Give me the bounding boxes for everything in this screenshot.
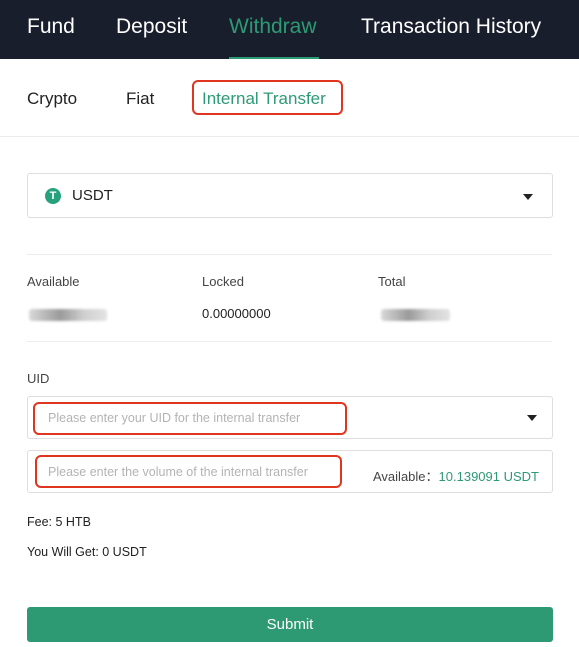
- balance-top-divider: [27, 254, 552, 255]
- uid-label: UID: [27, 371, 50, 386]
- nav-tab-fund[interactable]: Fund: [27, 15, 75, 39]
- submit-button[interactable]: Submit: [27, 607, 553, 642]
- total-label: Total: [378, 274, 406, 289]
- coin-label: USDT: [72, 187, 113, 204]
- top-navigation: Fund Deposit Withdraw Transaction Histor…: [0, 0, 579, 59]
- chevron-down-icon[interactable]: [527, 415, 537, 421]
- chevron-down-icon: [523, 194, 533, 200]
- nav-tab-transaction-history[interactable]: Transaction History: [361, 15, 541, 39]
- balance-bottom-divider: [27, 341, 552, 342]
- locked-label: Locked: [202, 274, 244, 289]
- coin-select[interactable]: T USDT: [27, 173, 553, 218]
- nav-tab-withdraw[interactable]: Withdraw: [229, 15, 317, 39]
- nav-tab-deposit[interactable]: Deposit: [116, 15, 187, 39]
- highlight-box-internal-transfer: [192, 80, 343, 115]
- available-value-redacted: [29, 309, 107, 321]
- fee-text: Fee: 5 HTB: [27, 515, 91, 529]
- locked-value: 0.00000000: [202, 306, 271, 321]
- tether-icon: T: [45, 188, 61, 204]
- volume-available: Available：10.139091 USDT: [373, 466, 539, 485]
- volume-available-label: Available：: [373, 469, 439, 484]
- subtab-divider: [0, 136, 579, 137]
- volume-available-value[interactable]: 10.139091 USDT: [439, 469, 539, 484]
- subtab-fiat[interactable]: Fiat: [126, 89, 154, 109]
- highlight-box-volume: [35, 455, 342, 488]
- you-will-get-text: You Will Get: 0 USDT: [27, 545, 147, 559]
- active-tab-underline: [229, 57, 319, 59]
- subtab-crypto[interactable]: Crypto: [27, 89, 77, 109]
- highlight-box-uid: [33, 402, 347, 435]
- available-label: Available: [27, 274, 80, 289]
- total-value-redacted: [381, 309, 450, 321]
